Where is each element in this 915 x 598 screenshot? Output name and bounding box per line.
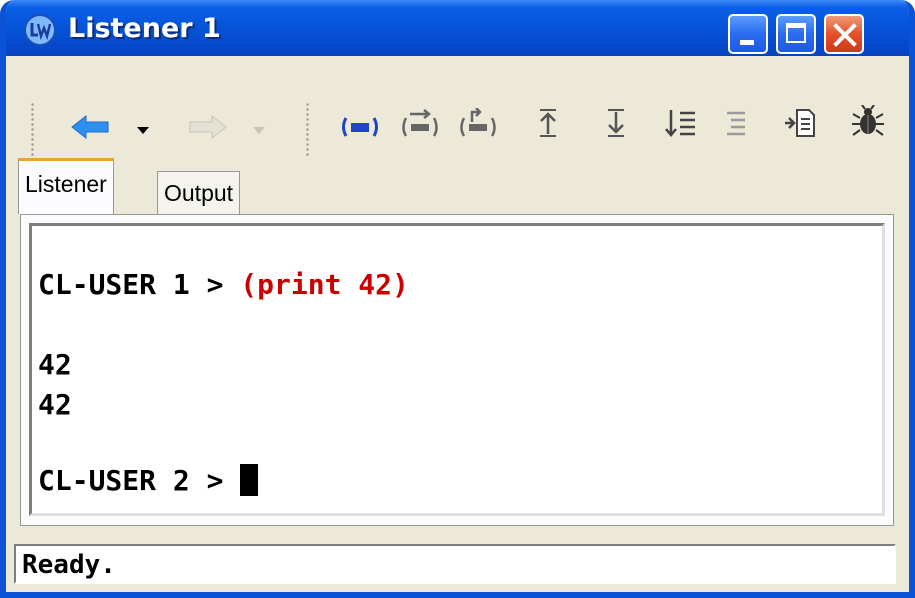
close-icon bbox=[833, 23, 857, 47]
input-command: (print 42) bbox=[240, 268, 409, 301]
bug-icon bbox=[852, 105, 884, 136]
toolbar-grip[interactable] bbox=[31, 102, 34, 158]
tab-pane: CL-USER 1 > (print 42) 42 42 CL-USER 2 > bbox=[20, 214, 894, 526]
step-forward-button[interactable] bbox=[398, 109, 442, 137]
text-cursor bbox=[240, 464, 259, 496]
input-line-1: CL-USER 1 > (print 42) bbox=[38, 268, 409, 301]
back-arrow-icon bbox=[71, 114, 109, 140]
previous-form-button[interactable] bbox=[530, 109, 566, 137]
listener-editor[interactable]: CL-USER 1 > (print 42) 42 42 CL-USER 2 > bbox=[29, 223, 885, 516]
list-icon bbox=[727, 111, 745, 136]
tab-output[interactable]: Output bbox=[157, 171, 241, 214]
minimize-icon bbox=[740, 40, 754, 45]
step-back-icon bbox=[460, 108, 496, 137]
prompt: CL-USER 1 > bbox=[38, 268, 241, 301]
title-bar[interactable]: Listener 1 bbox=[6, 0, 909, 62]
maximize-button[interactable] bbox=[776, 14, 816, 54]
previous-form-icon bbox=[540, 109, 556, 137]
output-line: 42 bbox=[38, 348, 72, 381]
step-forward-icon bbox=[402, 109, 438, 137]
tab-label: Output bbox=[164, 180, 234, 206]
output-line: 42 bbox=[38, 388, 72, 421]
forward-arrow-icon bbox=[189, 114, 227, 140]
dropdown-arrow-icon bbox=[137, 127, 149, 134]
back-dropdown-button[interactable] bbox=[134, 118, 152, 144]
window-title: Listener 1 bbox=[68, 13, 221, 44]
forward-dropdown-button[interactable] bbox=[250, 118, 268, 144]
lw-app-icon[interactable] bbox=[24, 14, 56, 46]
debugger-button[interactable] bbox=[848, 105, 888, 136]
close-button[interactable] bbox=[824, 14, 864, 54]
sort-list-button[interactable] bbox=[660, 110, 700, 137]
evaluate-button[interactable] bbox=[338, 114, 382, 140]
status-bar: Ready. bbox=[14, 544, 896, 584]
list-button[interactable] bbox=[718, 110, 754, 136]
tab-label: Listener bbox=[25, 171, 107, 197]
prompt: CL-USER 2 > bbox=[38, 464, 241, 497]
status-text: Ready. bbox=[22, 550, 116, 580]
minimize-button[interactable] bbox=[728, 14, 768, 54]
document-button[interactable] bbox=[780, 109, 820, 137]
sort-list-icon bbox=[665, 110, 695, 137]
evaluate-icon bbox=[342, 117, 378, 137]
back-button[interactable] bbox=[68, 114, 112, 140]
document-icon bbox=[785, 109, 815, 137]
forward-button[interactable] bbox=[186, 114, 230, 140]
toolbar-grip[interactable] bbox=[306, 102, 309, 158]
next-form-button[interactable] bbox=[598, 109, 634, 137]
maximize-icon bbox=[786, 23, 806, 43]
next-form-icon bbox=[608, 109, 624, 137]
input-line-2: CL-USER 2 > bbox=[38, 464, 259, 497]
dropdown-arrow-icon bbox=[253, 127, 265, 134]
tab-listener[interactable]: Listener bbox=[18, 158, 114, 214]
step-back-button[interactable] bbox=[456, 108, 500, 137]
